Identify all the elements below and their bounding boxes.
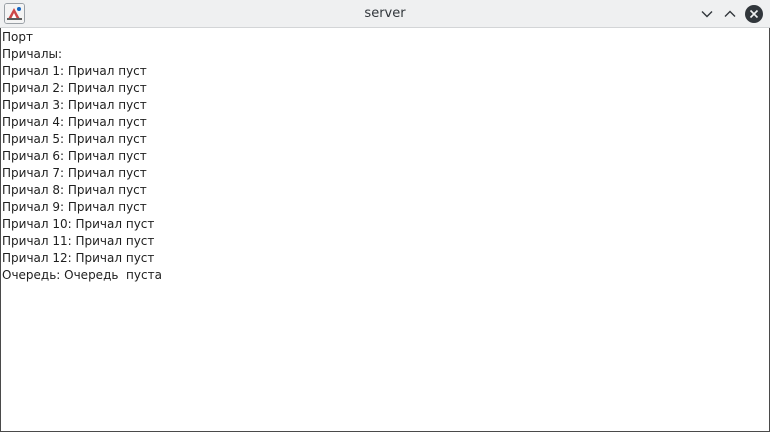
- window-title: server: [364, 6, 406, 21]
- maximize-button[interactable]: [720, 4, 740, 24]
- queue-line: Очередь: Очередь пуста: [2, 268, 162, 282]
- berth-line: Причал 9: Причал пуст: [2, 200, 147, 214]
- title-bar[interactable]: server: [0, 0, 770, 28]
- berth-line: Причал 4: Причал пуст: [2, 115, 147, 129]
- berths-label: Причалы:: [2, 47, 63, 61]
- berth-line: Причал 8: Причал пуст: [2, 183, 147, 197]
- berth-line: Причал 2: Причал пуст: [2, 81, 147, 95]
- close-button[interactable]: [744, 4, 764, 24]
- berth-line: Причал 3: Причал пуст: [2, 98, 147, 112]
- berth-line: Причал 6: Причал пуст: [2, 149, 147, 163]
- berth-line: Причал 5: Причал пуст: [2, 132, 147, 146]
- berth-line: Причал 7: Причал пуст: [2, 166, 147, 180]
- port-header: Порт: [2, 30, 33, 44]
- text-area[interactable]: Порт Причалы: Причал 1: Причал пуст Прич…: [0, 28, 770, 432]
- close-circle-icon: [745, 5, 763, 23]
- berth-line: Причал 1: Причал пуст: [2, 64, 147, 78]
- server-window: server Порт Причалы: Причал 1: Причал пу…: [0, 0, 770, 432]
- berth-line: Причал 12: Причал пуст: [2, 251, 155, 265]
- chevron-down-icon: [701, 11, 713, 18]
- berth-line: Причал 10: Причал пуст: [2, 217, 155, 231]
- chevron-up-icon: [724, 10, 736, 17]
- berth-line: Причал 11: Причал пуст: [2, 234, 155, 248]
- minimize-button[interactable]: [697, 4, 717, 24]
